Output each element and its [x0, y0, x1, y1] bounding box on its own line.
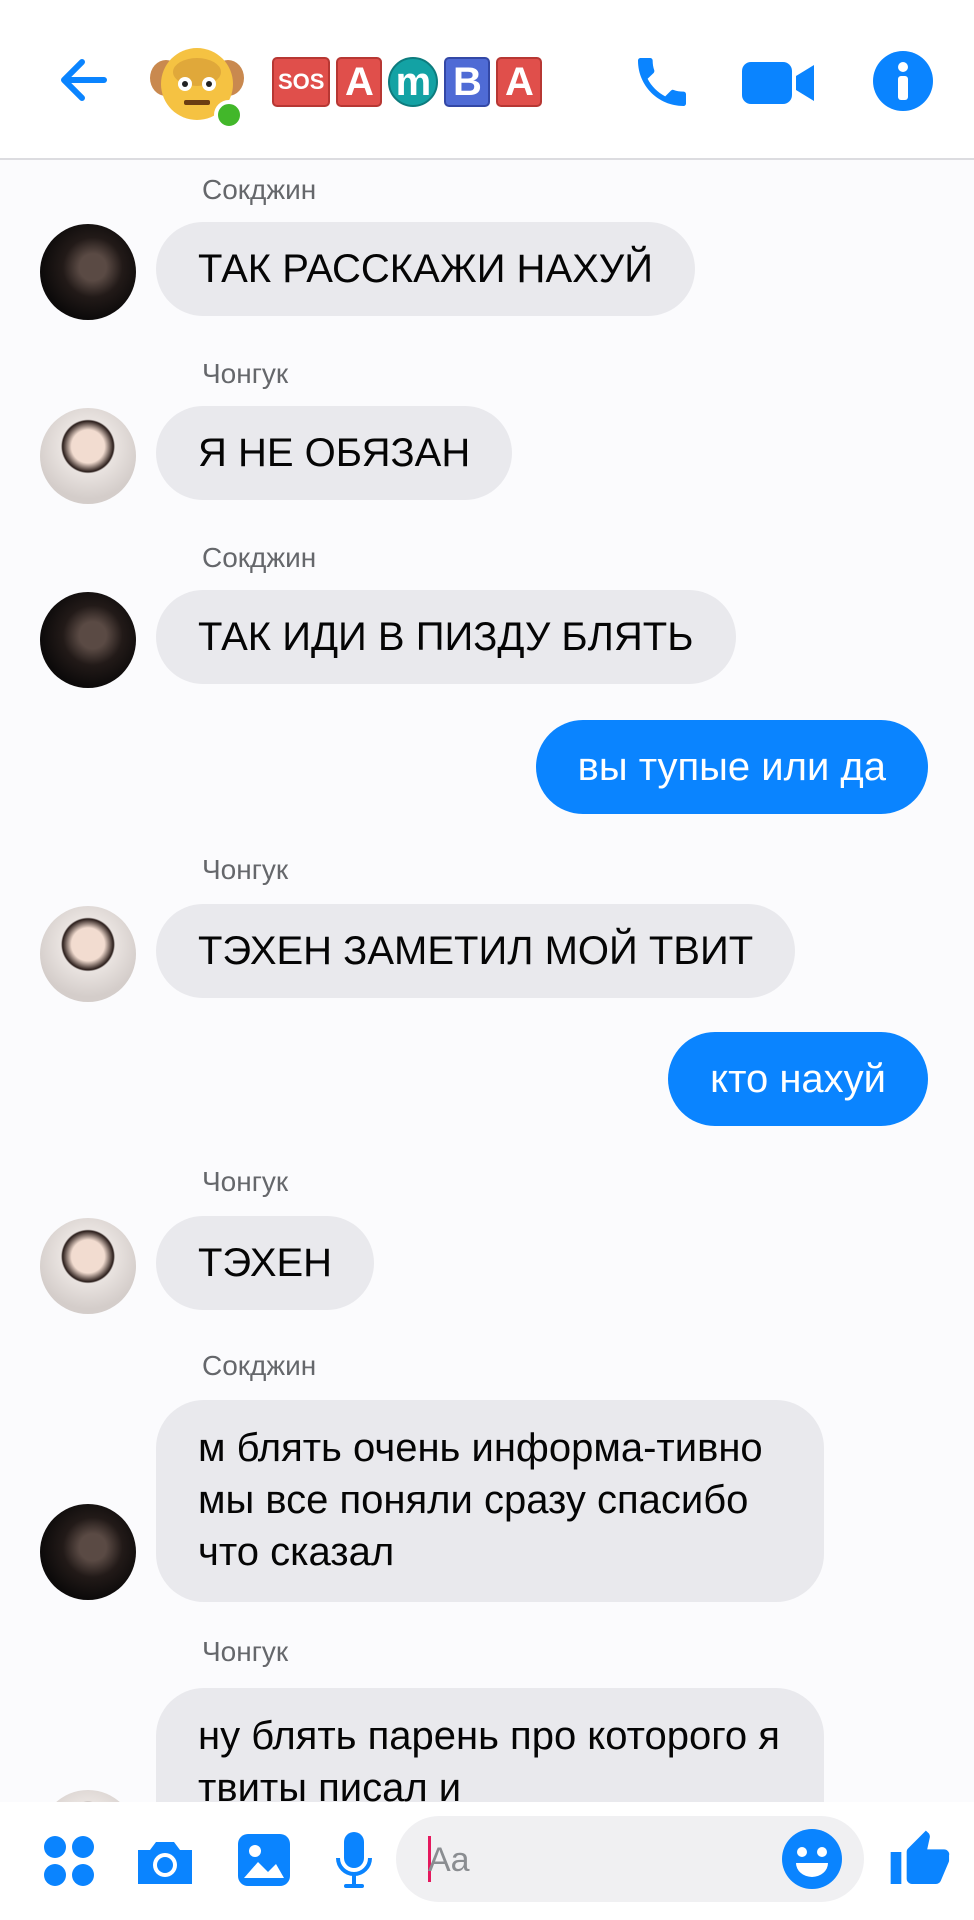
message-list[interactable]: Сокджин ТАК РАССКАЖИ НАХУЙ Чонгук Я НЕ О…	[0, 162, 974, 1802]
message-bubble[interactable]: ну блять парень про которого я твиты пис…	[156, 1688, 824, 1802]
sender-name: Сокджин	[202, 174, 317, 205]
composer-bar	[0, 1802, 974, 1920]
video-camera-icon[interactable]	[742, 58, 816, 108]
microphone-icon[interactable]	[334, 1830, 374, 1890]
sender-name: Чонгук	[202, 358, 289, 389]
avatar-seokjin[interactable]	[40, 592, 136, 688]
message-bubble[interactable]: ТАК ИДИ В ПИЗДУ БЛЯТЬ	[156, 590, 736, 684]
avatar-jungkook[interactable]	[40, 408, 136, 504]
message-bubble[interactable]: Я НЕ ОБЯЗАН	[156, 406, 513, 500]
avatar-seokjin[interactable]	[40, 224, 136, 320]
phone-icon[interactable]	[630, 50, 694, 114]
my-message-bubble[interactable]: вы тупые или да	[535, 720, 928, 814]
message-bubble[interactable]: ТАК РАССКАЖИ НАХУЙ	[156, 222, 695, 316]
avatar-jungkook[interactable]	[40, 1218, 136, 1314]
title-tile-a2: A	[496, 57, 543, 107]
sender-name: Чонгук	[202, 1166, 289, 1197]
avatar-seokjin[interactable]	[40, 1504, 136, 1600]
camera-icon[interactable]	[134, 1836, 196, 1888]
title-tile-ophiuchus: m	[388, 57, 439, 107]
message-input[interactable]	[426, 1816, 770, 1904]
avatar-jungkook[interactable]	[40, 1790, 136, 1802]
title-tile-a: A	[336, 57, 383, 107]
back-arrow-icon[interactable]	[54, 50, 114, 110]
message-bubble[interactable]: м блять очень информа-тивно мы все понял…	[156, 1400, 824, 1602]
conversation-title[interactable]: SOS A m B A	[272, 56, 543, 108]
message-input-container[interactable]	[396, 1816, 864, 1904]
gallery-icon[interactable]	[236, 1832, 292, 1888]
like-thumbs-up-icon[interactable]	[888, 1828, 952, 1892]
title-tile-sos: SOS	[272, 57, 331, 107]
sender-name: Сокджин	[202, 542, 317, 573]
title-tile-b: B	[444, 57, 491, 107]
sender-name: Чонгук	[202, 1636, 289, 1667]
chat-header: SOS A m B A	[0, 0, 974, 160]
more-apps-icon[interactable]	[42, 1834, 96, 1888]
avatar-jungkook[interactable]	[40, 906, 136, 1002]
message-bubble[interactable]: ТЭХЕН	[156, 1216, 375, 1310]
message-bubble[interactable]: ТЭХЕН ЗАМЕТИЛ МОЙ ТВИТ	[156, 904, 796, 998]
online-status-dot	[214, 100, 244, 130]
info-icon[interactable]	[872, 50, 934, 112]
my-message-bubble[interactable]: кто нахуй	[668, 1032, 928, 1126]
emoji-icon[interactable]	[780, 1827, 844, 1891]
sender-name: Сокджин	[202, 1350, 317, 1381]
sender-name: Чонгук	[202, 854, 289, 885]
